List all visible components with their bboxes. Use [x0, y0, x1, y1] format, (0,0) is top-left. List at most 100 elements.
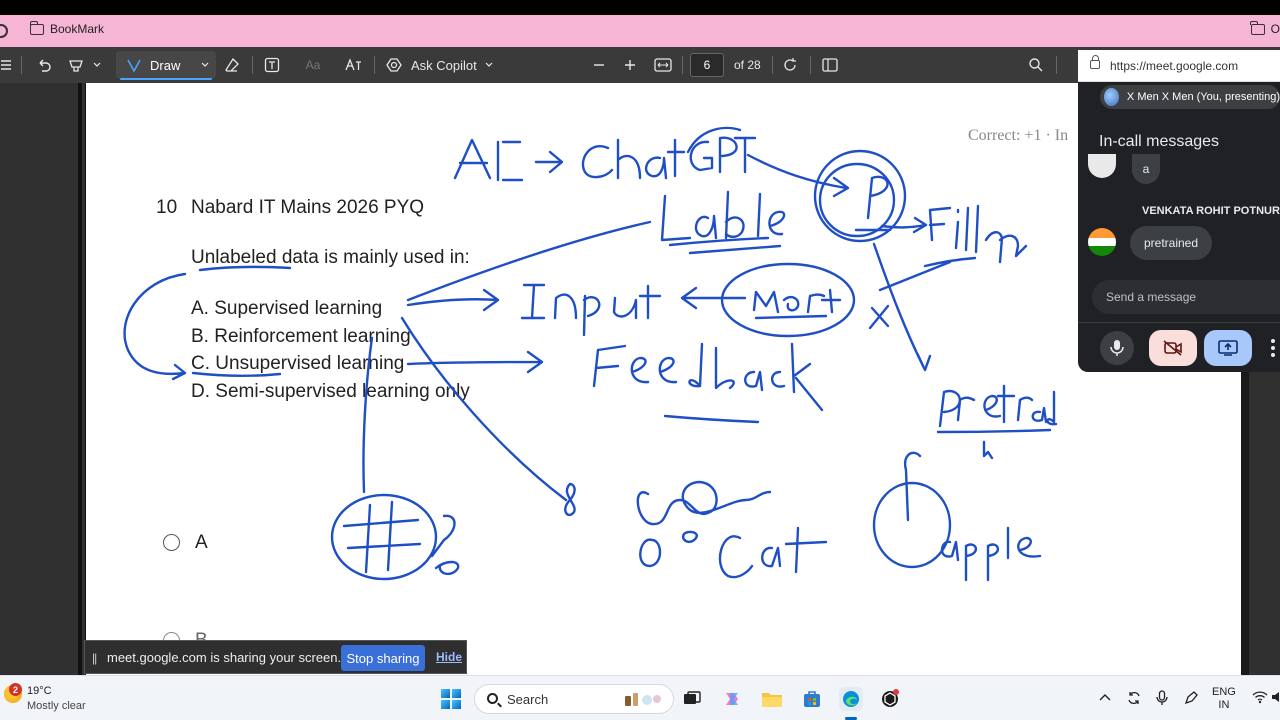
presenter-chip[interactable]: X Men X Men (You, presenting) [1100, 85, 1280, 109]
panel-divider [1078, 322, 1280, 323]
zoom-out-icon[interactable] [590, 47, 608, 83]
edge-browser-icon[interactable] [839, 687, 863, 711]
meet-url-bar: https://meet.google.com [1078, 50, 1280, 82]
message-sender: VENKATA ROHIT POTNUR [1142, 205, 1280, 217]
avatar [1088, 154, 1116, 178]
panel-title: In-call messages [1099, 133, 1220, 150]
highlight-icon[interactable] [64, 47, 104, 83]
meet-url[interactable]: https://meet.google.com [1110, 59, 1238, 73]
more-options-icon[interactable] [1266, 332, 1280, 364]
page-view-icon[interactable] [820, 47, 840, 83]
ask-copilot-button[interactable]: Ask Copilot [386, 47, 494, 83]
bookmark-bar: BookMark O [0, 15, 1280, 47]
microphone-button[interactable] [1100, 331, 1134, 365]
volume-icon[interactable] [1272, 690, 1280, 707]
zoom-in-icon[interactable] [621, 47, 639, 83]
presenter-label: X Men X Men (You, presenting) [1126, 91, 1280, 103]
option-b: B. Reinforcement learning [191, 326, 411, 347]
screen-share-banner: || meet.google.com is sharing your scree… [84, 640, 467, 674]
weather-desc[interactable]: Mostly clear [27, 700, 86, 712]
microphone-tray-icon[interactable] [1156, 690, 1168, 709]
answer-radio-a[interactable] [163, 534, 180, 551]
share-message: meet.google.com is sharing your screen. [107, 650, 342, 665]
draw-label: Draw [150, 57, 181, 73]
option-d: D. Semi-supervised learning only [191, 381, 470, 402]
folder-icon [1250, 20, 1265, 35]
ask-copilot-label: Ask Copilot [411, 57, 477, 73]
pen-icon[interactable] [1183, 690, 1199, 709]
toolbar-divider [810, 56, 811, 74]
menu-icon[interactable] [0, 47, 14, 83]
taskbar: 2 19°C Mostly clear Search ENG IN [0, 675, 1280, 720]
draw-button[interactable]: Draw [116, 51, 216, 80]
file-explorer-icon[interactable] [760, 687, 784, 711]
task-view-icon[interactable] [680, 687, 704, 711]
send-message-input[interactable]: Send a message [1092, 280, 1280, 314]
copilot-icon [386, 58, 402, 72]
meet-chat-panel: X Men X Men (You, presenting) In-call me… [1078, 82, 1280, 372]
question-title: Nabard IT Mains 2026 PYQ [191, 197, 425, 218]
chat-message: pretrained [1130, 226, 1212, 260]
language-code: ENG [1212, 686, 1236, 698]
search-label: Search [507, 692, 549, 707]
bookmark-folder-other-label: O [1270, 22, 1280, 36]
language-region: IN [1218, 699, 1230, 711]
search-icon[interactable] [1026, 47, 1046, 83]
toolbar-divider [21, 56, 22, 74]
lock-icon [1090, 55, 1100, 69]
draw-icon [127, 59, 141, 73]
folder-icon [29, 20, 44, 35]
search-icon [487, 693, 498, 704]
undo-icon[interactable] [34, 47, 54, 83]
toolbar-divider [252, 56, 253, 74]
vertical-scrollbar[interactable] [1241, 372, 1249, 675]
present-button[interactable] [1204, 330, 1252, 366]
language-indicator[interactable]: ENG IN [1212, 686, 1236, 712]
hide-banner-link[interactable]: Hide [436, 650, 462, 664]
avatar [1104, 88, 1119, 106]
total-pages-label: of 28 [734, 58, 761, 72]
notification-badge: 2 [9, 683, 22, 696]
weather-temp[interactable]: 19°C [27, 685, 52, 697]
avatar [1088, 228, 1116, 256]
left-edge-bar [78, 83, 82, 675]
toolbar-divider [1056, 56, 1057, 74]
microphone-icon [1110, 340, 1124, 356]
taskbar-search[interactable]: Search [474, 684, 674, 714]
option-c: C. Unsupervised learning [191, 353, 405, 374]
toolbar-divider [772, 56, 773, 74]
wifi-icon[interactable] [1252, 690, 1268, 707]
chevron-down-icon [485, 62, 493, 67]
tab-edge-icon [0, 24, 8, 38]
share-pause-icon: || [92, 651, 97, 665]
toolbar-divider [682, 56, 683, 74]
camera-button[interactable] [1149, 330, 1197, 366]
copilot-app-icon[interactable] [720, 687, 744, 711]
rotate-icon[interactable] [780, 47, 800, 83]
option-a: A. Supervised learning [191, 298, 383, 319]
answer-label-a: A [195, 532, 208, 553]
fit-width-icon[interactable] [652, 47, 674, 83]
chevron-down-icon [201, 62, 209, 67]
chevron-up-icon[interactable] [1099, 690, 1111, 705]
toolbar-divider [374, 56, 375, 74]
top-strip [0, 0, 1280, 15]
chatgpt-app-icon[interactable] [878, 687, 902, 711]
bookmark-folder[interactable]: BookMark [29, 20, 105, 36]
question-prompt: Unlabeled data is mainly used in: [191, 247, 470, 268]
search-highlight-icon [623, 691, 667, 712]
bookmark-folder-other[interactable]: O [1250, 20, 1280, 36]
sync-icon[interactable] [1126, 690, 1142, 709]
stop-sharing-button[interactable]: Stop sharing [341, 645, 425, 671]
text-box-icon[interactable] [262, 47, 282, 83]
pdf-page [85, 83, 1241, 675]
scoring-text: Correct: +1 · In [968, 127, 1069, 144]
page-number-input[interactable]: 6 [690, 53, 724, 77]
store-icon[interactable] [800, 687, 824, 711]
bookmark-folder-label: BookMark [50, 22, 105, 36]
start-icon[interactable] [441, 689, 461, 709]
question-number: 10 [156, 197, 178, 218]
font-size-icon[interactable]: Aa [302, 47, 324, 83]
read-aloud-icon[interactable] [342, 47, 364, 83]
eraser-icon[interactable] [222, 47, 242, 83]
